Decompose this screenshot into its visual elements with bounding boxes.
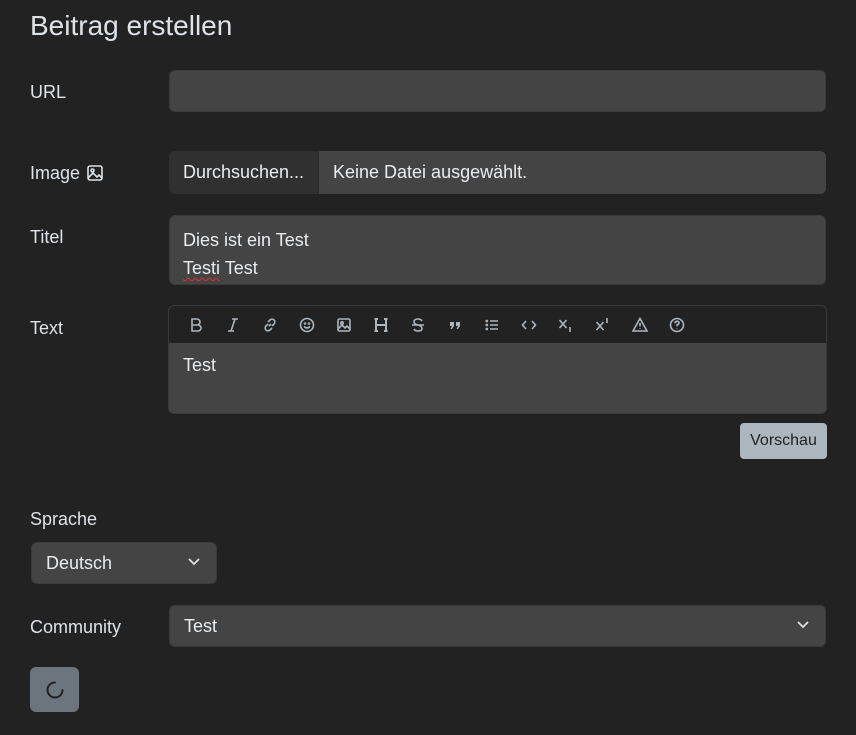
- misspelled-word: Testi: [183, 258, 221, 278]
- title-line-2: Testi Test: [183, 254, 812, 282]
- submit-button[interactable]: [30, 667, 79, 712]
- title-textarea[interactable]: Dies ist ein Test Testi Test: [169, 215, 826, 285]
- page-title: Beitrag erstellen: [30, 10, 233, 41]
- list-icon[interactable]: [473, 306, 510, 343]
- emoji-icon[interactable]: [288, 306, 325, 343]
- quote-icon[interactable]: [436, 306, 473, 343]
- image-icon[interactable]: [325, 306, 362, 343]
- text-textarea[interactable]: Test: [169, 343, 826, 387]
- image-label-text: Image: [30, 163, 81, 183]
- title-label: Titel: [30, 227, 64, 247]
- chevron-down-icon: [795, 616, 811, 637]
- language-select[interactable]: Deutsch: [31, 542, 217, 584]
- file-status: Keine Datei ausgewählt.: [319, 151, 826, 194]
- bold-icon[interactable]: [177, 306, 214, 343]
- text-label: Text: [30, 318, 64, 338]
- community-label: Community: [30, 617, 122, 637]
- subscript-icon[interactable]: [547, 306, 584, 343]
- link-icon[interactable]: [251, 306, 288, 343]
- language-selected-value: Deutsch: [46, 552, 113, 573]
- image-file-input[interactable]: Durchsuchen... Keine Datei ausgewählt.: [169, 151, 826, 194]
- community-select[interactable]: Test: [169, 605, 826, 647]
- header-icon[interactable]: [362, 306, 399, 343]
- url-input[interactable]: [169, 70, 826, 112]
- loading-spinner-icon: [44, 679, 66, 701]
- warning-icon[interactable]: [621, 306, 658, 343]
- browse-button[interactable]: Durchsuchen...: [169, 151, 319, 194]
- editor-toolbar: [169, 306, 826, 343]
- superscript-icon[interactable]: [584, 306, 621, 343]
- language-label: Sprache: [30, 509, 98, 529]
- markdown-editor: Test: [168, 305, 827, 414]
- community-selected-value: Test: [184, 615, 218, 636]
- url-label: URL: [30, 82, 67, 102]
- italic-icon[interactable]: [214, 306, 251, 343]
- code-icon[interactable]: [510, 306, 547, 343]
- title-line-2-rest: Test: [220, 258, 258, 278]
- preview-button[interactable]: Vorschau: [740, 423, 827, 459]
- title-line-1: Dies ist ein Test: [183, 230, 309, 250]
- help-icon[interactable]: [658, 306, 695, 343]
- chevron-down-icon: [186, 553, 202, 574]
- image-icon: [86, 164, 104, 182]
- image-label: Image: [30, 161, 104, 185]
- create-post-page: Beitrag erstellen URL Image Durchsuchen.…: [0, 0, 856, 735]
- strikethrough-icon[interactable]: [399, 306, 436, 343]
